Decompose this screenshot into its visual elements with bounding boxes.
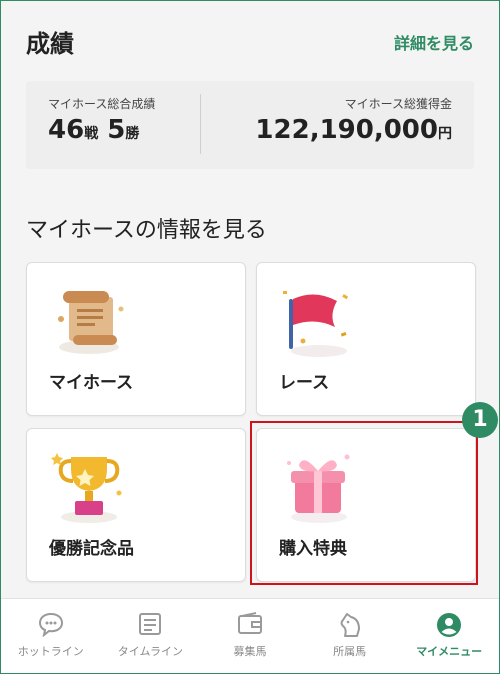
detail-link[interactable]: 詳細を見る <box>394 30 474 54</box>
tab-hotline[interactable]: ホットライン <box>1 599 101 674</box>
step-badge: 1 <box>462 402 498 438</box>
card-trophy[interactable]: 優勝記念品 <box>26 428 246 582</box>
document-icon <box>137 611 163 641</box>
races-count: 46 <box>48 115 85 145</box>
card-label: レース <box>279 373 330 393</box>
wins-count: 5 <box>107 115 126 145</box>
card-my-horse[interactable]: マイホース <box>26 262 246 416</box>
flag-icon <box>279 281 363 365</box>
card-label: 優勝記念品 <box>49 539 134 559</box>
stats-divider <box>200 94 201 154</box>
tab-timeline[interactable]: タイムライン <box>101 599 201 674</box>
card-race[interactable]: レース <box>256 262 476 416</box>
record-value: 46戦 5勝 <box>48 115 139 145</box>
tab-label: 所属馬 <box>333 645 367 658</box>
tab-my-menu[interactable]: マイメニュー <box>399 599 499 674</box>
highlight-box <box>250 421 478 585</box>
total-record-label: マイホース総合成績 <box>48 97 156 111</box>
scroll-icon <box>49 281 129 365</box>
trophy-icon <box>49 443 129 531</box>
info-title: マイホースの情報を見る <box>26 218 267 243</box>
tab-label: マイメニュー <box>416 645 483 658</box>
tab-bar: ホットライン タイムライン 募集馬 所属馬 マイメニュー <box>1 598 499 674</box>
prize-amount: 122,190,000 <box>255 115 438 145</box>
wins-unit: 勝 <box>125 126 140 142</box>
tab-recruit-horses[interactable]: 募集馬 <box>200 599 300 674</box>
tab-owned-horses[interactable]: 所属馬 <box>300 599 400 674</box>
person-icon <box>435 611 463 643</box>
chat-bubble-icon <box>37 611 65 641</box>
total-prize-label: マイホース総獲得金 <box>344 97 452 111</box>
prize-value: 122,190,000円 <box>255 115 452 145</box>
results-title: 成績 <box>26 30 74 58</box>
stats-panel: マイホース総合成績 46戦 5勝 マイホース総獲得金 122,190,000円 <box>26 81 474 169</box>
tab-label: タイムライン <box>117 645 183 658</box>
horse-head-icon <box>337 611 363 643</box>
prize-unit: 円 <box>438 126 452 142</box>
races-unit: 戦 <box>84 126 99 142</box>
card-label: マイホース <box>49 373 134 393</box>
tab-label: ホットライン <box>17 645 84 658</box>
wallet-icon <box>236 611 264 641</box>
tab-label: 募集馬 <box>233 645 267 658</box>
